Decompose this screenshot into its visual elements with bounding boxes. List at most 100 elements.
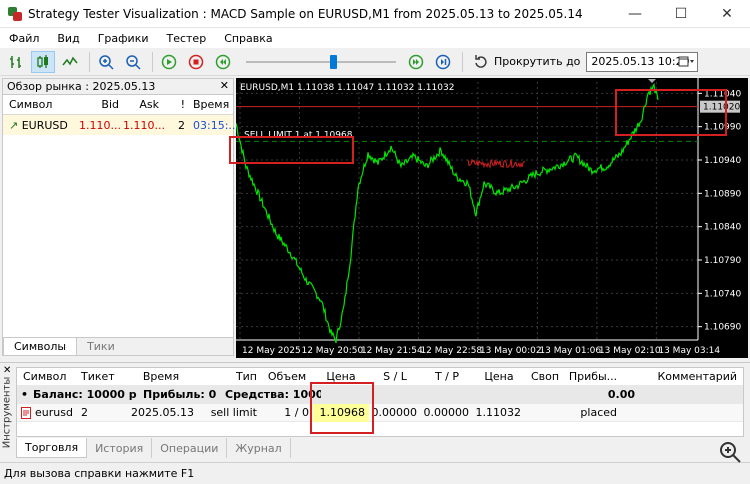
play-button[interactable]: [157, 51, 181, 73]
market-excl: 2: [178, 118, 185, 132]
zoom-out-button[interactable]: [121, 51, 145, 73]
order-time: 2025.05.13 ...: [131, 406, 193, 419]
price-tick-label: 1.10690: [704, 323, 741, 333]
equity-text: Средства: 10000: [225, 388, 321, 401]
market-watch-close-icon[interactable]: ✕: [220, 79, 229, 92]
col-bid[interactable]: Bid: [79, 98, 123, 111]
col-sl[interactable]: S / L: [369, 370, 421, 383]
price-tick-label: 1.10840: [704, 223, 741, 233]
highlight-order-label: [229, 136, 354, 164]
candlestick-icon: [37, 54, 48, 68]
time-tick-label: 13 May 03:14: [658, 346, 720, 356]
price-tick-label: 1.10790: [704, 256, 741, 266]
close-button[interactable]: ✕: [704, 0, 750, 28]
price-tick-label: 1.10890: [704, 189, 741, 199]
order-row[interactable]: eurusd 2 2025.05.13 ... sell limit 1 / 0…: [17, 403, 743, 422]
stop-button[interactable]: [184, 51, 208, 73]
scroll-date-value: 2025.05.13 10:20: [591, 55, 690, 68]
fast-forward-icon: [408, 54, 424, 69]
tab-ticks[interactable]: Тики: [77, 338, 125, 355]
col-ticket[interactable]: Тикет: [77, 370, 129, 383]
scroll-to-group: Прокрутить до 2025.05.13 10:20: [473, 51, 699, 72]
rewind-icon: [215, 54, 231, 69]
app-icon: [8, 6, 22, 21]
maximize-button[interactable]: ☐: [658, 0, 704, 28]
faster-button[interactable]: [404, 51, 428, 73]
speed-slider-thumb[interactable]: [330, 54, 337, 69]
col-ask[interactable]: Ask: [123, 98, 163, 111]
bar-chart-icon: [10, 55, 21, 68]
scroll-date-input[interactable]: 2025.05.13 10:20: [586, 51, 699, 72]
skip-button[interactable]: [431, 51, 455, 73]
red-series-segment: [467, 158, 526, 169]
order-ticket: 2: [81, 406, 88, 419]
col-excl[interactable]: !: [163, 98, 189, 111]
market-row-eurusd[interactable]: ↗ EURUSD 1.110... 1.110... 2 03:15:...: [3, 115, 239, 135]
market-symbol: EURUSD: [21, 118, 68, 132]
toolbar: Прокрутить до 2025.05.13 10:20: [0, 48, 750, 76]
shift-marker: [648, 79, 656, 83]
col-current-price[interactable]: Цена: [473, 370, 525, 383]
col-tp[interactable]: T / P: [421, 370, 473, 383]
balance-text: Баланс: 10000 pips: [33, 388, 137, 401]
time-tick-label: 12 May 21:54: [361, 346, 423, 356]
col-symbol[interactable]: Символ: [3, 98, 79, 111]
tab-trade[interactable]: Торговля: [16, 438, 88, 458]
order-sl[interactable]: 0.00000: [369, 406, 421, 419]
status-bar: Для вызова справки нажмите F1: [0, 462, 750, 484]
market-bid: 1.110...: [79, 118, 121, 132]
col-comment[interactable]: Комментарий: [621, 370, 741, 383]
trade-grid: Символ Тикет Время Тип Объем Цена S / L …: [16, 367, 744, 437]
pending-order-icon: [21, 406, 31, 419]
col-time[interactable]: Время: [129, 370, 193, 383]
window-title: Strategy Tester Visualization : MACD Sam…: [28, 6, 583, 21]
col-time[interactable]: Время: [189, 98, 233, 111]
market-watch-panel: Обзор рынка : 2025.05.13 ✕ Символ Bid As…: [2, 78, 239, 356]
price-tick-label: 1.10740: [704, 289, 741, 299]
market-watch-header: Символ Bid Ask ! Время: [3, 95, 233, 115]
col-volume[interactable]: Объем: [261, 370, 313, 383]
line-chart-icon: [62, 56, 78, 65]
status-text: Для вызова справки нажмите F1: [4, 467, 195, 480]
time-tick-label: 12 May 2025: [242, 346, 301, 356]
balance-row[interactable]: • Баланс: 10000 pips Прибыль: 0 Средства…: [17, 386, 743, 404]
tab-history[interactable]: История: [87, 438, 153, 458]
highlight-order-price: [310, 382, 374, 434]
tab-symbols[interactable]: Символы: [3, 338, 78, 355]
menu-view[interactable]: Вид: [48, 32, 88, 45]
line-chart-button[interactable]: [58, 51, 82, 73]
order-tp[interactable]: 0.00000: [421, 406, 473, 419]
time-tick-label: 13 May 02:10: [599, 346, 661, 356]
stop-icon: [188, 54, 204, 69]
menu-file[interactable]: Файл: [0, 32, 48, 45]
menu-help[interactable]: Справка: [215, 32, 281, 45]
slower-button[interactable]: [211, 51, 235, 73]
bar-chart-button[interactable]: [4, 51, 28, 73]
toolbox-tabs: Торговля История Операции Журнал: [16, 438, 291, 458]
order-symbol: eurusd: [35, 406, 73, 419]
highlight-price-peak: [615, 89, 727, 136]
scroll-to-label: Прокрутить до: [494, 55, 581, 68]
toolbox-panel: ✕ Инструменты Символ Тикет Время Тип Объ…: [0, 362, 750, 460]
toolbox-side-label: Инструменты: [1, 376, 13, 448]
refresh-icon: [475, 54, 487, 68]
tab-journal[interactable]: Журнал: [227, 438, 291, 458]
play-icon: [161, 54, 177, 69]
price-tick-label: 1.10940: [704, 156, 741, 166]
skip-end-icon: [435, 54, 451, 69]
candlestick-button[interactable]: [31, 50, 55, 73]
col-type[interactable]: Тип: [193, 370, 261, 383]
title-bar: Strategy Tester Visualization : MACD Sam…: [0, 0, 750, 28]
minimize-button[interactable]: —: [612, 0, 658, 28]
col-trade-symbol[interactable]: Символ: [17, 370, 77, 383]
order-volume: 1 / 0: [284, 406, 309, 419]
col-swap[interactable]: Своп: [525, 370, 565, 383]
tab-operations[interactable]: Операции: [152, 438, 228, 458]
time-tick-label: 13 May 00:02: [480, 346, 542, 356]
calendar-icon[interactable]: [678, 56, 695, 71]
col-profit[interactable]: Прибы...: [565, 370, 621, 383]
zoom-in-button[interactable]: [94, 51, 118, 73]
speed-slider[interactable]: [246, 51, 396, 73]
menu-tester[interactable]: Тестер: [157, 32, 215, 45]
menu-charts[interactable]: Графики: [89, 32, 158, 45]
